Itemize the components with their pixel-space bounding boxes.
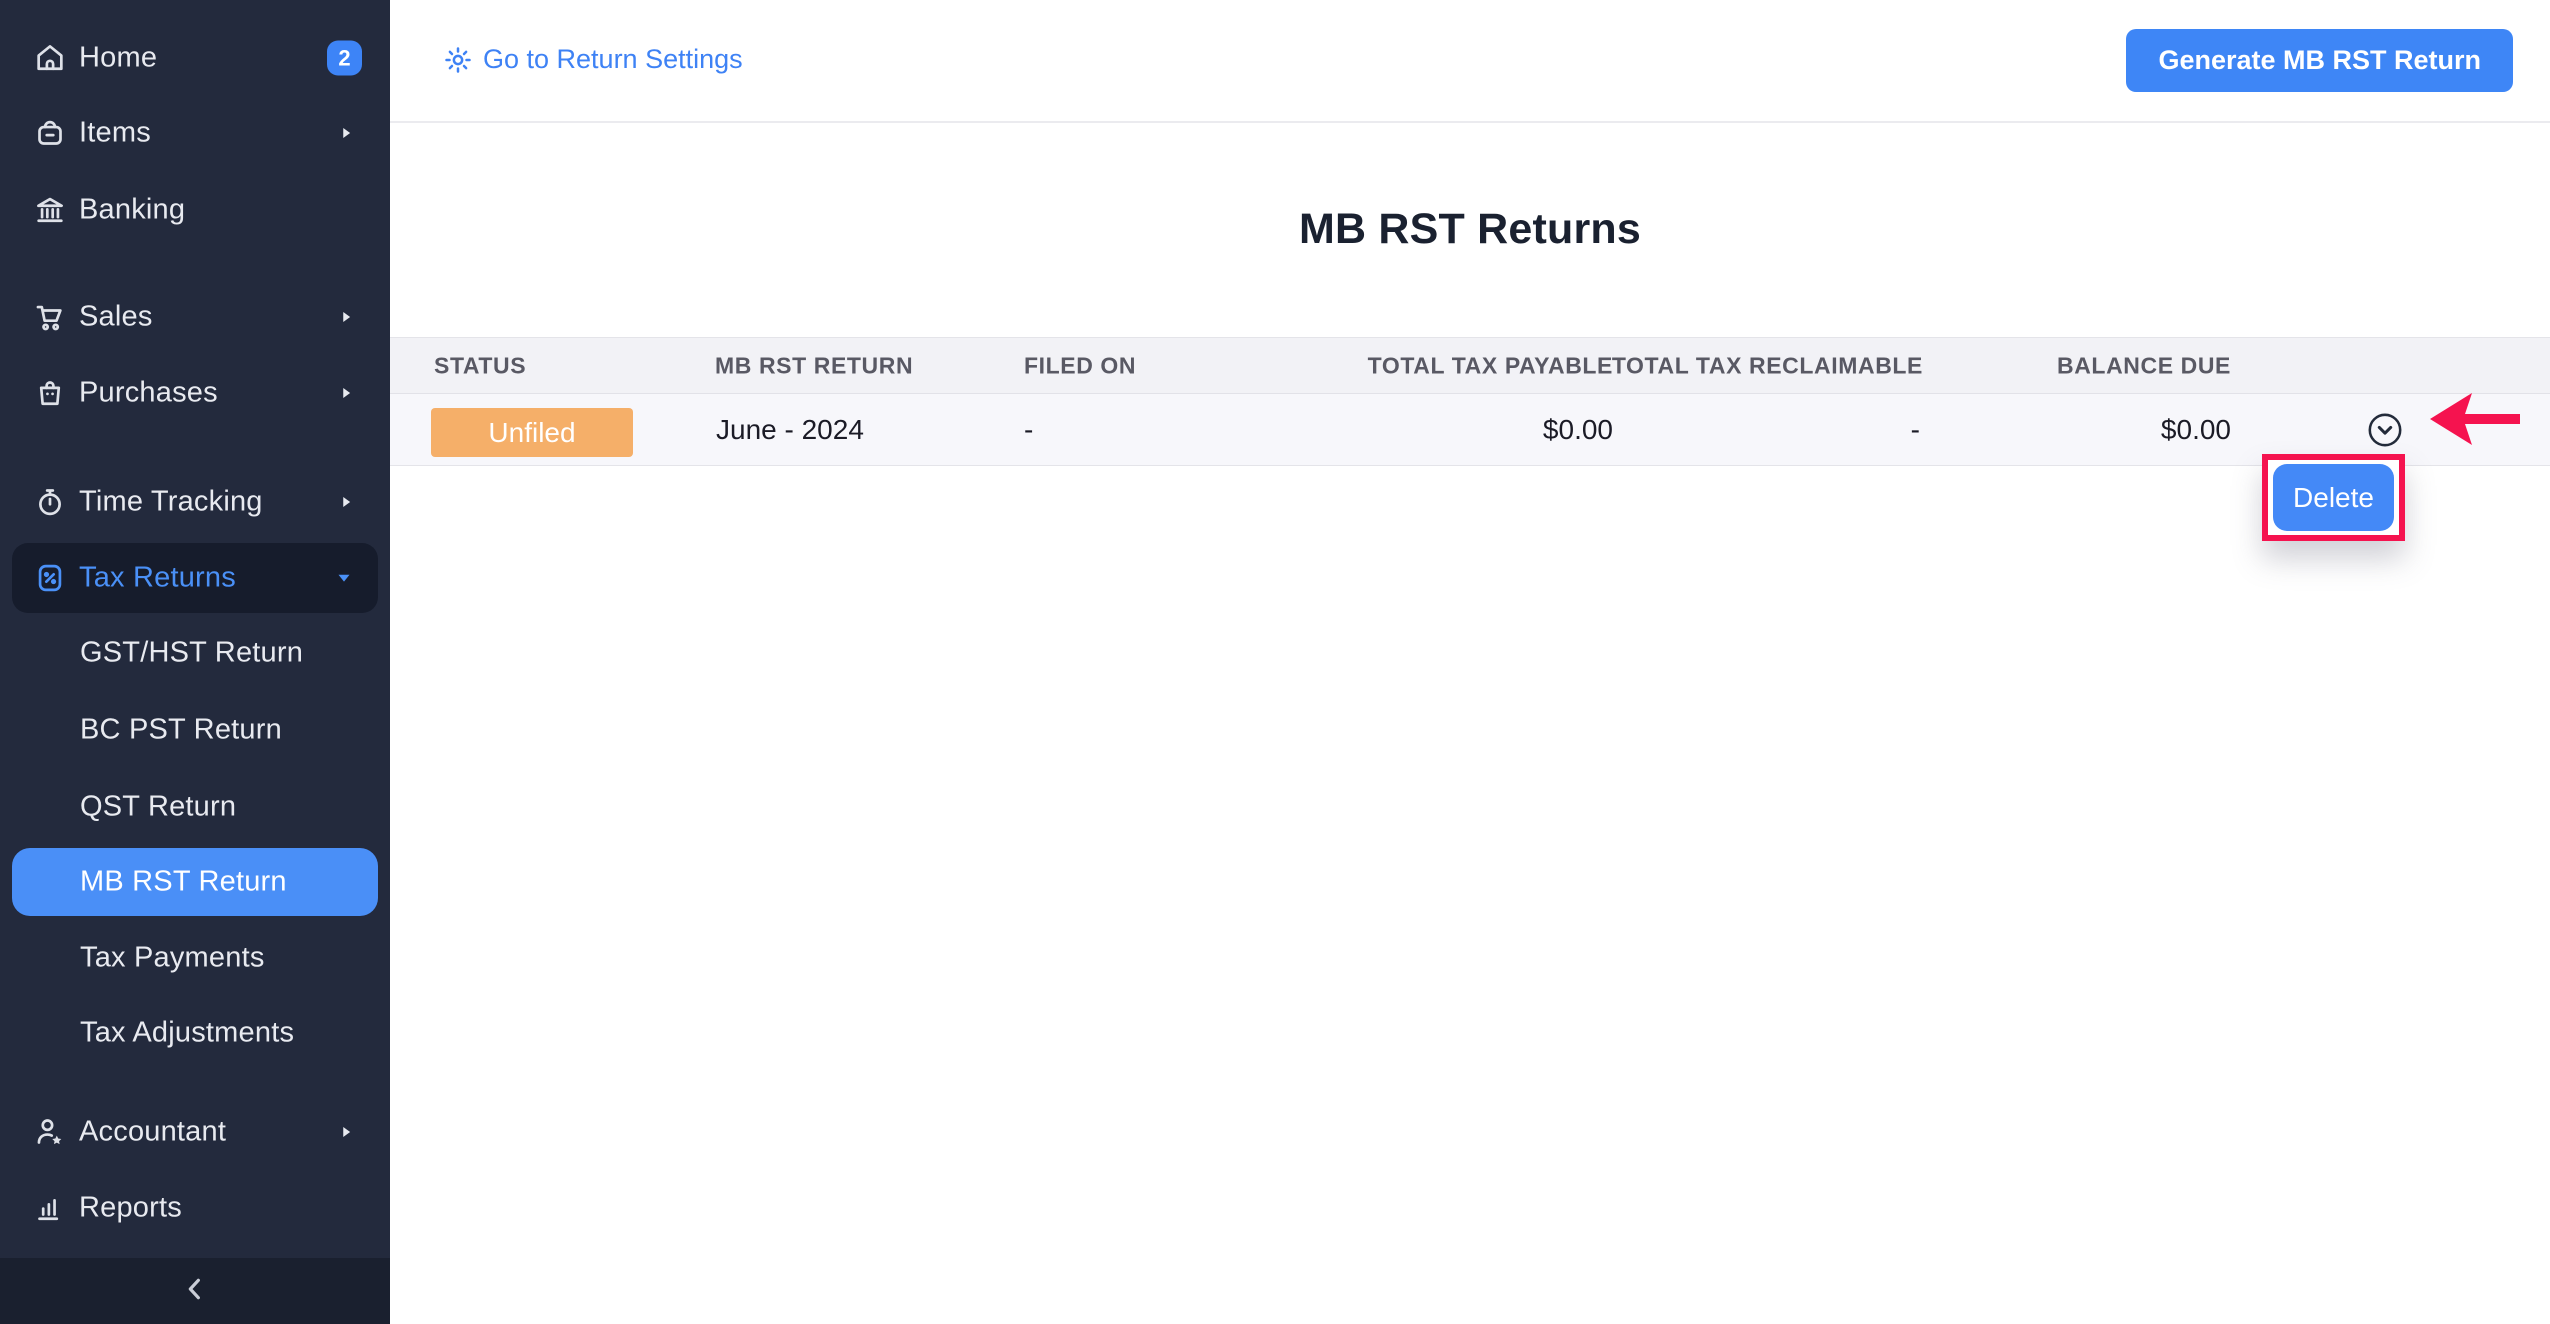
chevron-right-icon [335, 491, 357, 513]
cell-total-tax-reclaimable: - [1911, 414, 1920, 446]
annotation-arrow [2430, 392, 2520, 448]
sidebar-item-accountant[interactable]: Accountant [0, 1104, 390, 1160]
page-title: MB RST Returns [390, 205, 2550, 254]
annotation-highlight: Delete [2262, 454, 2405, 541]
sidebar-item-qst-return[interactable]: QST Return [0, 779, 390, 835]
sidebar-item-bc-pst-return[interactable]: BC PST Return [0, 702, 390, 758]
sidebar-item-label: Banking [79, 194, 185, 227]
sidebar-item-reports[interactable]: Reports [0, 1180, 390, 1236]
items-icon [33, 116, 67, 150]
sidebar-item-purchases[interactable]: Purchases [0, 365, 390, 421]
sidebar-item-label: Reports [79, 1192, 182, 1225]
app-window: Home 2 Items Banking [0, 0, 2550, 1324]
cell-balance-due: $0.00 [2161, 414, 2231, 446]
column-header-total-tax-reclaimable: TOTAL TAX RECLAIMABLE [1612, 352, 1923, 379]
return-settings-link[interactable]: Go to Return Settings [443, 44, 743, 75]
chevron-right-icon [335, 382, 357, 404]
sidebar-item-label: Purchases [79, 377, 218, 410]
cart-icon [33, 300, 67, 334]
column-header-status: STATUS [434, 352, 526, 379]
sidebar-item-label: GST/HST Return [80, 637, 303, 670]
sidebar: Home 2 Items Banking [0, 0, 390, 1324]
accountant-person-icon [33, 1115, 67, 1149]
cell-return-period: June - 2024 [716, 414, 864, 446]
column-header-total-tax-payable: TOTAL TAX PAYABLE [1368, 352, 1613, 379]
sidebar-item-mb-rst-return[interactable]: MB RST Return [12, 848, 378, 916]
bank-icon [33, 193, 67, 227]
generate-return-button[interactable]: Generate MB RST Return [2126, 29, 2513, 92]
delete-button[interactable]: Delete [2273, 464, 2394, 531]
sidebar-item-tax-payments[interactable]: Tax Payments [0, 930, 390, 986]
sidebar-item-gst-hst-return[interactable]: GST/HST Return [0, 625, 390, 681]
sidebar-item-items[interactable]: Items [0, 105, 390, 161]
row-actions-dropdown-button[interactable] [2366, 411, 2404, 449]
sidebar-item-label: Accountant [79, 1116, 226, 1149]
sidebar-item-banking[interactable]: Banking [0, 182, 390, 238]
notification-badge: 2 [327, 41, 362, 76]
home-icon [33, 41, 67, 75]
return-settings-label: Go to Return Settings [483, 44, 743, 75]
chevron-down-circle-icon [2366, 411, 2404, 449]
table-row[interactable]: Unfiled June - 2024 - $0.00 - $0.00 [390, 394, 2550, 466]
stopwatch-icon [33, 485, 67, 519]
tax-percent-icon [33, 561, 67, 595]
chevron-right-icon [335, 306, 357, 328]
sidebar-item-sales[interactable]: Sales [0, 289, 390, 345]
sidebar-item-label: Home [79, 42, 157, 75]
sidebar-item-label: Items [79, 117, 151, 150]
bar-chart-icon [33, 1191, 67, 1225]
sidebar-item-label: MB RST Return [80, 866, 287, 899]
sidebar-item-tax-adjustments[interactable]: Tax Adjustments [0, 1005, 390, 1061]
table-header-row: STATUS MB RST RETURN FILED ON TOTAL TAX … [390, 337, 2550, 394]
chevron-down-icon [333, 567, 355, 589]
shopping-bag-icon [33, 376, 67, 410]
column-header-filed-on: FILED ON [1024, 352, 1136, 379]
sidebar-item-label: Time Tracking [79, 486, 263, 519]
gear-icon [443, 45, 473, 75]
sidebar-item-label: Tax Adjustments [80, 1017, 294, 1050]
sidebar-item-label: QST Return [80, 791, 236, 824]
column-header-balance-due: BALANCE DUE [2057, 352, 2231, 379]
sidebar-item-label: Sales [79, 301, 153, 334]
sidebar-collapse-bar[interactable] [0, 1258, 390, 1324]
sidebar-item-label: Tax Returns [79, 562, 236, 595]
sidebar-item-time-tracking[interactable]: Time Tracking [0, 474, 390, 530]
sidebar-item-home[interactable]: Home 2 [0, 30, 390, 86]
sidebar-item-tax-returns[interactable]: Tax Returns [12, 543, 378, 613]
column-header-mb-rst-return: MB RST RETURN [715, 352, 913, 379]
chevron-right-icon [335, 1121, 357, 1143]
cell-filed-on: - [1024, 414, 1033, 446]
status-badge: Unfiled [431, 408, 633, 457]
collapse-chevron-icon [179, 1273, 211, 1310]
sidebar-item-label: BC PST Return [80, 714, 282, 747]
chevron-right-icon [335, 122, 357, 144]
topbar: Go to Return Settings Generate MB RST Re… [390, 0, 2550, 123]
cell-total-tax-payable: $0.00 [1543, 414, 1613, 446]
sidebar-item-label: Tax Payments [80, 942, 265, 975]
